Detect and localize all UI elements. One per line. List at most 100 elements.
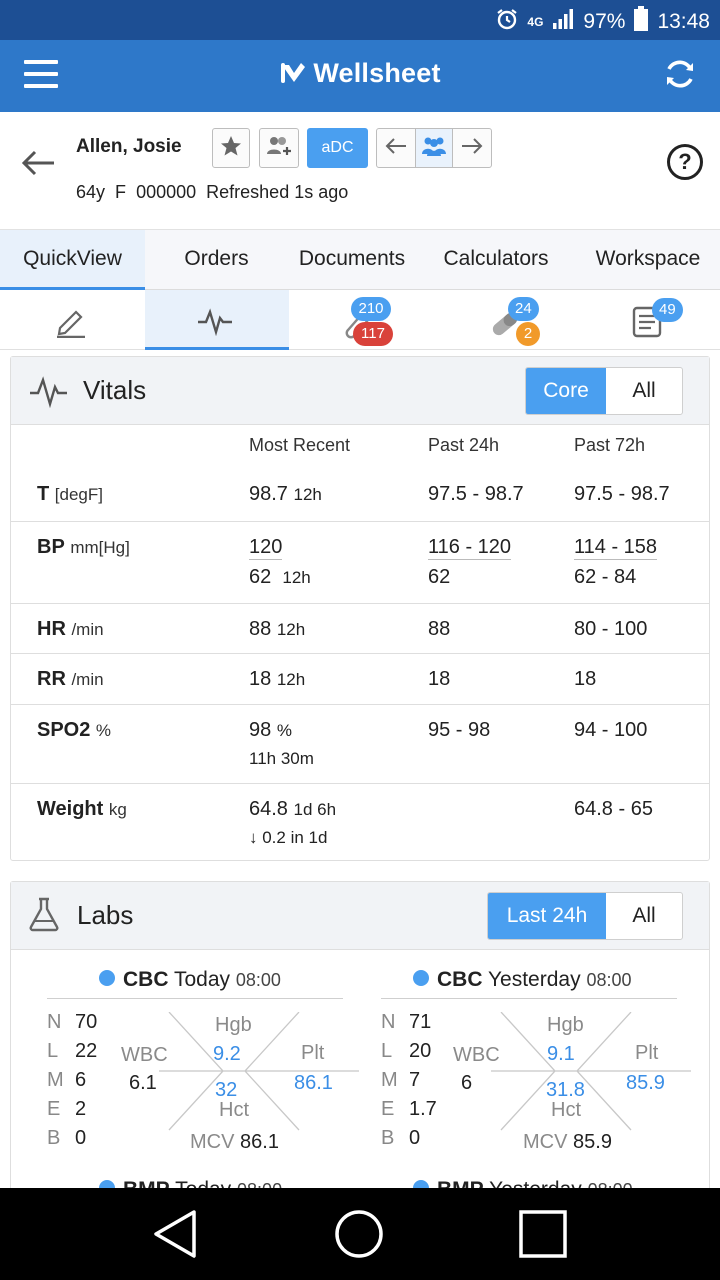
differential-list: N 70 L 22 M6 E2 B0 xyxy=(47,1011,98,1149)
hct-label: Hct xyxy=(551,1099,581,1121)
vital-recent: 98.7 12h xyxy=(249,483,322,505)
core-filter-button[interactable]: Core xyxy=(526,368,606,414)
network-type-label: 4G xyxy=(527,15,544,29)
labs-title: Labs xyxy=(77,900,134,930)
tab-orders[interactable]: Orders xyxy=(145,230,288,290)
last-24h-filter-button[interactable]: Last 24h xyxy=(488,893,606,939)
tab-calculators[interactable]: Calculators xyxy=(416,230,576,290)
hgb-label: Hgb xyxy=(547,1014,584,1036)
labs-card: Labs Last 24h All CBC Today 08:00 N 70 L2… xyxy=(10,881,710,1211)
tab-documents[interactable]: Documents xyxy=(288,230,416,290)
wbc-label: WBC xyxy=(453,1044,500,1066)
vital-row-weight[interactable]: Weight kg 64.8 1d 6h ↓ 0.2 in 1d 64.8 - … xyxy=(11,783,709,861)
wbc-value: 6 xyxy=(461,1072,473,1094)
hgb-value: 9.2 xyxy=(213,1043,241,1065)
vital-row-rr[interactable]: RR /min 18 12h 18 18 xyxy=(11,653,709,704)
vital-24h: 88 xyxy=(428,618,451,640)
alarm-icon xyxy=(495,7,519,37)
vital-72h: 80 - 100 xyxy=(574,618,648,640)
tab-workspace[interactable]: Workspace xyxy=(576,230,720,290)
meds-total-badge: 24 xyxy=(508,297,539,321)
vital-24h: 116 - 120 xyxy=(428,536,512,560)
labs-card-header: Labs Last 24h All xyxy=(11,882,709,950)
home-nav-icon[interactable] xyxy=(333,1208,385,1265)
tab-quickview[interactable]: QuickView xyxy=(0,230,145,290)
back-nav-icon[interactable] xyxy=(150,1208,202,1265)
patient-name: Allen, Josie xyxy=(76,136,182,157)
recents-nav-icon[interactable] xyxy=(517,1208,569,1265)
labs-filter-toggle: Last 24h All xyxy=(487,892,683,940)
battery-icon xyxy=(633,6,649,38)
status-dot-icon xyxy=(413,970,429,986)
vital-72h: 18 xyxy=(574,668,597,690)
meds-alert-badge: 2 xyxy=(516,322,540,346)
main-tabs: QuickView Orders Documents Calculators W… xyxy=(0,230,720,290)
wellsheet-logo-icon xyxy=(279,60,307,93)
plt-label: Plt xyxy=(635,1042,659,1064)
subtab-meds[interactable]: 24 2 xyxy=(434,290,578,350)
status-dot-icon xyxy=(99,970,115,986)
vital-recent: 64.8 1d 6h xyxy=(249,798,337,820)
divider xyxy=(381,998,677,999)
vital-row-temperature[interactable]: T [degF] 98.7 12h 97.5 - 98.7 97.5 - 98.… xyxy=(11,469,709,521)
vital-recent: 98 % xyxy=(249,719,292,741)
labs-abnormal-badge: 117 xyxy=(353,322,393,346)
system-navigation-bar xyxy=(0,1188,720,1280)
favorite-button[interactable] xyxy=(212,128,250,168)
vital-row-bp[interactable]: BP mm[Hg] 120 62 12h 116 - 120 62 114 - … xyxy=(11,521,709,603)
lab-panel-title: CBC Yesterday 08:00 xyxy=(413,968,631,992)
vital-row-spo2[interactable]: SPO2 % 98 % 11h 30m 95 - 98 94 - 100 xyxy=(11,704,709,783)
battery-percent: 97% xyxy=(583,10,626,33)
vital-72h-diastolic: 62 - 84 xyxy=(574,566,637,588)
app-title-text: Wellsheet xyxy=(313,58,441,88)
col-past-24h: Past 24h xyxy=(428,435,500,455)
refresh-status: Refreshed 1s ago xyxy=(206,182,349,202)
patient-age: 64y xyxy=(76,182,106,202)
subtab-documents[interactable]: 49 xyxy=(578,290,720,350)
vitals-pulse-icon xyxy=(29,373,69,414)
flask-icon xyxy=(27,896,61,937)
all-filter-button[interactable]: All xyxy=(606,893,682,939)
wbc-value: 6.1 xyxy=(129,1072,157,1094)
previous-patient-button[interactable] xyxy=(376,128,416,168)
refresh-icon[interactable] xyxy=(662,56,698,97)
plt-label: Plt xyxy=(301,1042,325,1064)
add-care-team-button[interactable] xyxy=(259,128,299,168)
next-patient-button[interactable] xyxy=(452,128,492,168)
hct-label: Hct xyxy=(219,1099,249,1121)
all-filter-button[interactable]: All xyxy=(606,368,682,414)
vital-72h: 94 - 100 xyxy=(574,719,648,741)
vitals-title: Vitals xyxy=(83,375,147,405)
subtab-labs[interactable]: 210 117 xyxy=(290,290,434,350)
lab-panel-title: CBC Today 08:00 xyxy=(99,968,281,992)
back-arrow-icon[interactable] xyxy=(20,148,56,183)
pencil-icon xyxy=(54,304,88,343)
vital-recent-diastolic: 62 12h xyxy=(249,566,311,588)
vital-label: SPO2 % xyxy=(37,719,112,741)
vital-label: Weight kg xyxy=(37,798,127,820)
help-icon[interactable]: ? xyxy=(667,144,703,180)
patient-list-button[interactable] xyxy=(415,128,453,168)
col-most-recent: Most Recent xyxy=(249,435,351,455)
patient-group-icon xyxy=(420,135,448,162)
adc-button[interactable]: aDC xyxy=(307,128,368,168)
subtab-notes-edit[interactable] xyxy=(0,290,144,350)
app-title: Wellsheet xyxy=(0,58,720,93)
vital-24h: 97.5 - 98.7 xyxy=(428,483,524,505)
vital-24h-diastolic: 62 xyxy=(428,566,451,588)
hgb-value: 9.1 xyxy=(547,1043,575,1065)
clock: 13:48 xyxy=(657,10,710,33)
vital-72h: 64.8 - 65 xyxy=(574,798,653,820)
arrow-right-icon xyxy=(461,137,483,160)
vitals-pulse-icon xyxy=(197,306,233,341)
vital-label: RR /min xyxy=(37,668,104,690)
patient-mrn: 000000 xyxy=(136,182,197,202)
vital-weight-change: ↓ 0.2 in 1d xyxy=(249,828,328,847)
vital-row-hr[interactable]: HR /min 88 12h 88 80 - 100 xyxy=(11,603,709,653)
plt-value: 85.9 xyxy=(626,1072,665,1094)
vitals-filter-toggle: Core All xyxy=(525,367,683,415)
vital-recent-time: 11h 30m xyxy=(249,749,314,768)
patient-info: 64y F 000000 Refreshed 1s ago xyxy=(76,182,348,203)
subtab-vitals[interactable] xyxy=(145,290,289,350)
vitals-card-header: Vitals Core All xyxy=(11,357,709,425)
